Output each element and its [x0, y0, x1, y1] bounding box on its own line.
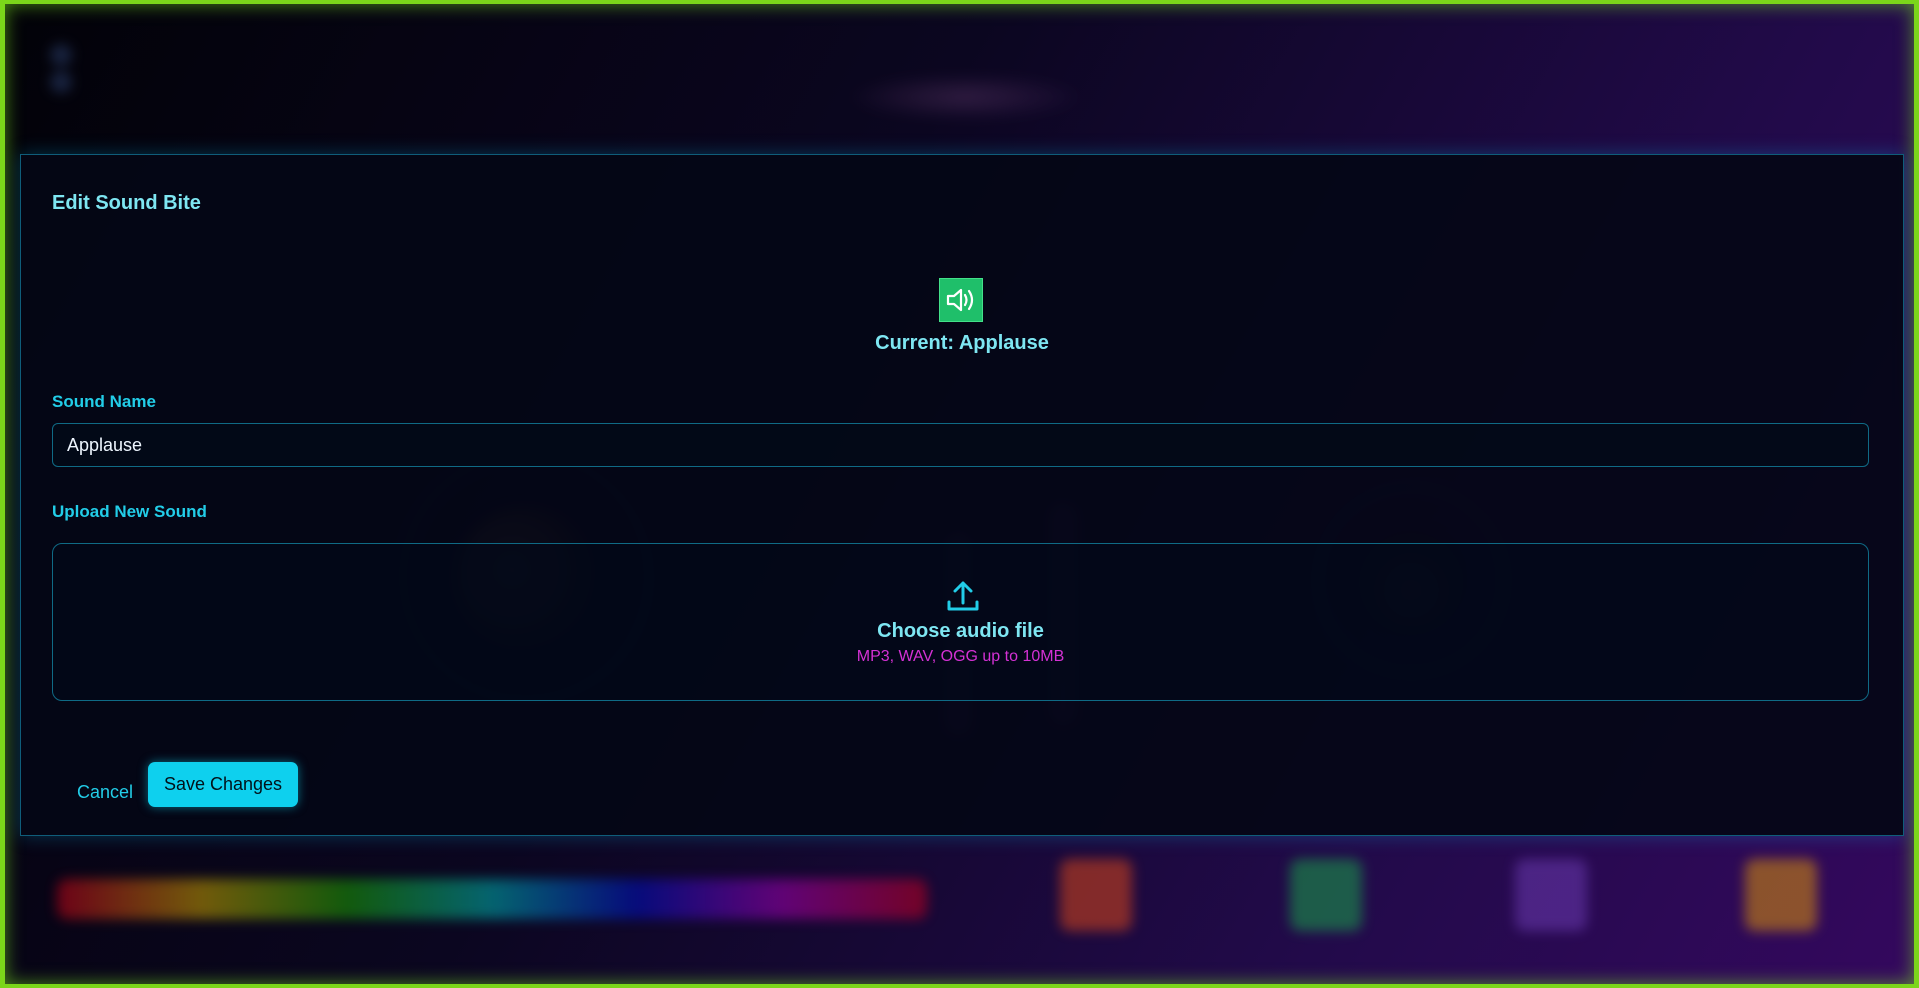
save-changes-button[interactable]: Save Changes: [148, 762, 298, 807]
sound-name-label: Sound Name: [52, 392, 156, 411]
waveform-blurred: [57, 879, 927, 919]
sound-pad-blurred: [1745, 859, 1817, 931]
sound-pad-blurred: [1515, 859, 1587, 931]
audio-upload-dropzone[interactable]: Choose audio file MP3, WAV, OGG up to 10…: [52, 543, 1869, 701]
upload-icon: [945, 578, 981, 614]
upload-format-hint: MP3, WAV, OGG up to 10MB: [856, 648, 1065, 665]
nav-icons-blurred: [50, 44, 210, 93]
current-sound-label: Current: Applause: [875, 332, 1049, 354]
app-frame: Edit Sound Bite Current: Applause Sound …: [5, 4, 1914, 984]
sound-pad-blurred: [1060, 859, 1132, 931]
speaker-volume-icon: [939, 278, 983, 322]
sound-name-input[interactable]: [52, 423, 1869, 467]
dialog-title: Edit Sound Bite: [52, 192, 201, 214]
cancel-button[interactable]: Cancel: [71, 774, 139, 810]
edit-sound-bite-dialog: Edit Sound Bite Current: Applause Sound …: [20, 154, 1904, 836]
sound-pad-blurred: [1290, 859, 1362, 931]
choose-audio-file-text: Choose audio file: [877, 620, 1044, 642]
upload-new-sound-label: Upload New Sound: [52, 502, 207, 521]
app-logo-blurred: [845, 72, 1085, 122]
